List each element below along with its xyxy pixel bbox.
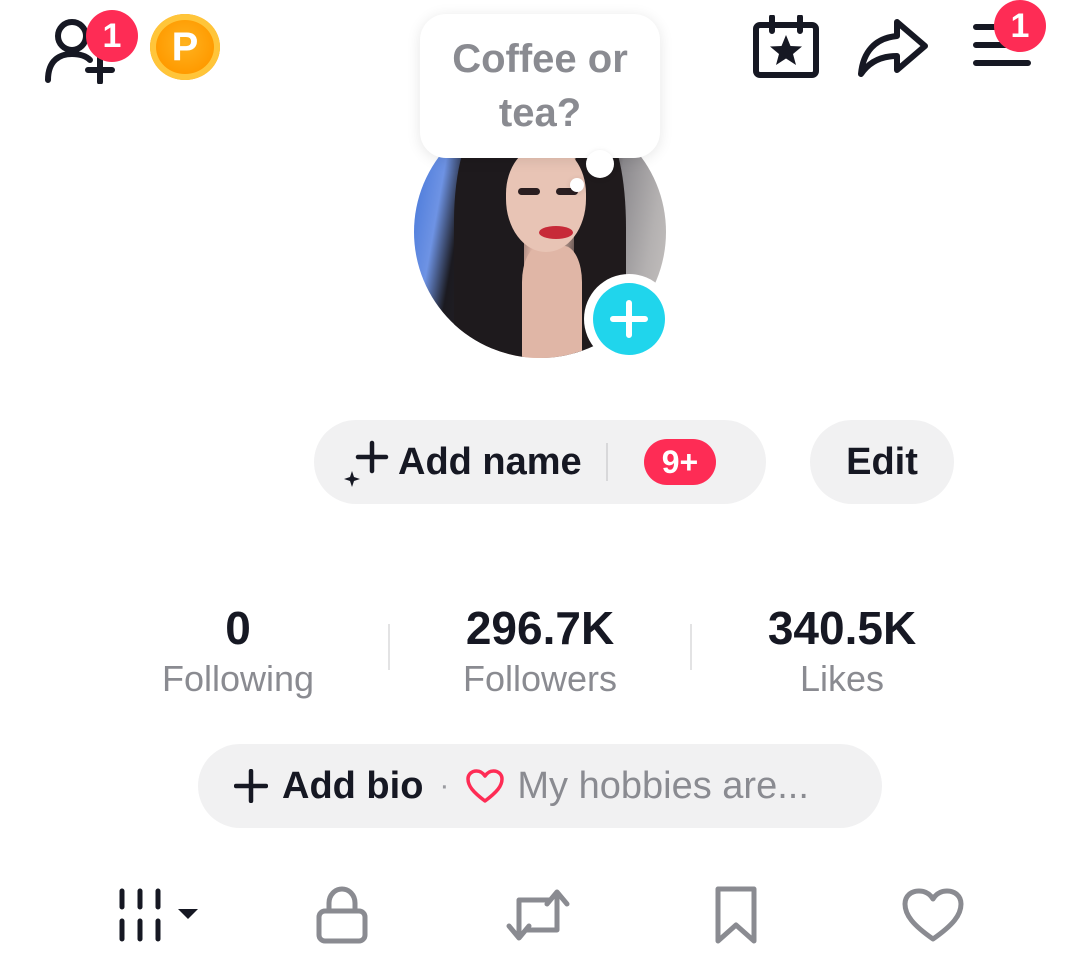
status-bubble[interactable]: Coffee or tea? — [420, 14, 660, 158]
add-story-button[interactable] — [584, 274, 674, 364]
profile-page: 1 P 1 Coffee or tea? Add name 9+ Edit 0 … — [0, 0, 1080, 967]
tab-private[interactable] — [312, 880, 372, 950]
stat-value: 340.5K — [767, 602, 917, 654]
heart-outline-icon — [466, 769, 505, 803]
stat-label: Likes — [799, 658, 885, 699]
avatar-detail — [454, 126, 524, 358]
divider — [690, 624, 692, 670]
menu-notification-badge: 1 — [994, 0, 1046, 52]
stat-following[interactable]: 0 Following — [118, 600, 358, 702]
stat-label: Following — [161, 658, 315, 699]
add-bio-label: Add bio — [282, 764, 424, 807]
avatar-detail — [518, 188, 540, 195]
edit-label: Edit — [846, 440, 918, 483]
avatar-detail — [522, 246, 582, 358]
bio-hint: My hobbies are... — [517, 764, 809, 807]
stat-value: 296.7K — [465, 602, 615, 654]
count-badge: 9+ — [643, 439, 717, 485]
add-bio-button[interactable]: Add bio · My hobbies are... — [198, 744, 882, 828]
calendar-star-icon — [753, 15, 819, 78]
grid-icon — [119, 888, 198, 942]
stat-label: Followers — [462, 658, 618, 699]
bookmark-icon — [715, 886, 757, 944]
tab-liked[interactable] — [900, 880, 966, 950]
avatar-detail — [539, 226, 573, 239]
plus-icon — [610, 300, 648, 338]
lock-icon — [316, 886, 368, 944]
divider — [388, 624, 390, 670]
sparkle-plus-icon — [344, 440, 389, 487]
coin-icon: P — [150, 14, 220, 80]
add-friends-button[interactable]: 1 — [40, 10, 138, 84]
coin-button[interactable]: P — [148, 14, 222, 80]
events-button[interactable] — [750, 12, 822, 82]
add-name-label: Add name — [398, 440, 582, 483]
share-arrow-icon — [858, 19, 928, 77]
add-name-button[interactable]: Add name 9+ — [314, 420, 766, 504]
notification-badge: 1 — [86, 10, 138, 62]
tab-reposts[interactable] — [502, 880, 574, 950]
edit-profile-button[interactable]: Edit — [810, 420, 954, 504]
heart-icon — [902, 888, 964, 942]
share-button[interactable] — [856, 14, 930, 80]
divider — [605, 443, 608, 481]
stat-followers[interactable]: 296.7K Followers — [420, 600, 660, 702]
stat-likes[interactable]: 340.5K Likes — [722, 600, 962, 702]
bubble-tail-dot — [586, 150, 614, 178]
separator-dot: · — [439, 769, 450, 802]
repost-icon — [506, 889, 570, 941]
stat-value: 0 — [225, 602, 251, 654]
tab-videos[interactable] — [108, 880, 204, 950]
tab-favorites[interactable] — [710, 880, 762, 950]
plus-icon — [234, 769, 268, 803]
status-bubble-text: Coffee or tea? — [452, 37, 628, 135]
bubble-tail-dot-small — [570, 178, 584, 192]
